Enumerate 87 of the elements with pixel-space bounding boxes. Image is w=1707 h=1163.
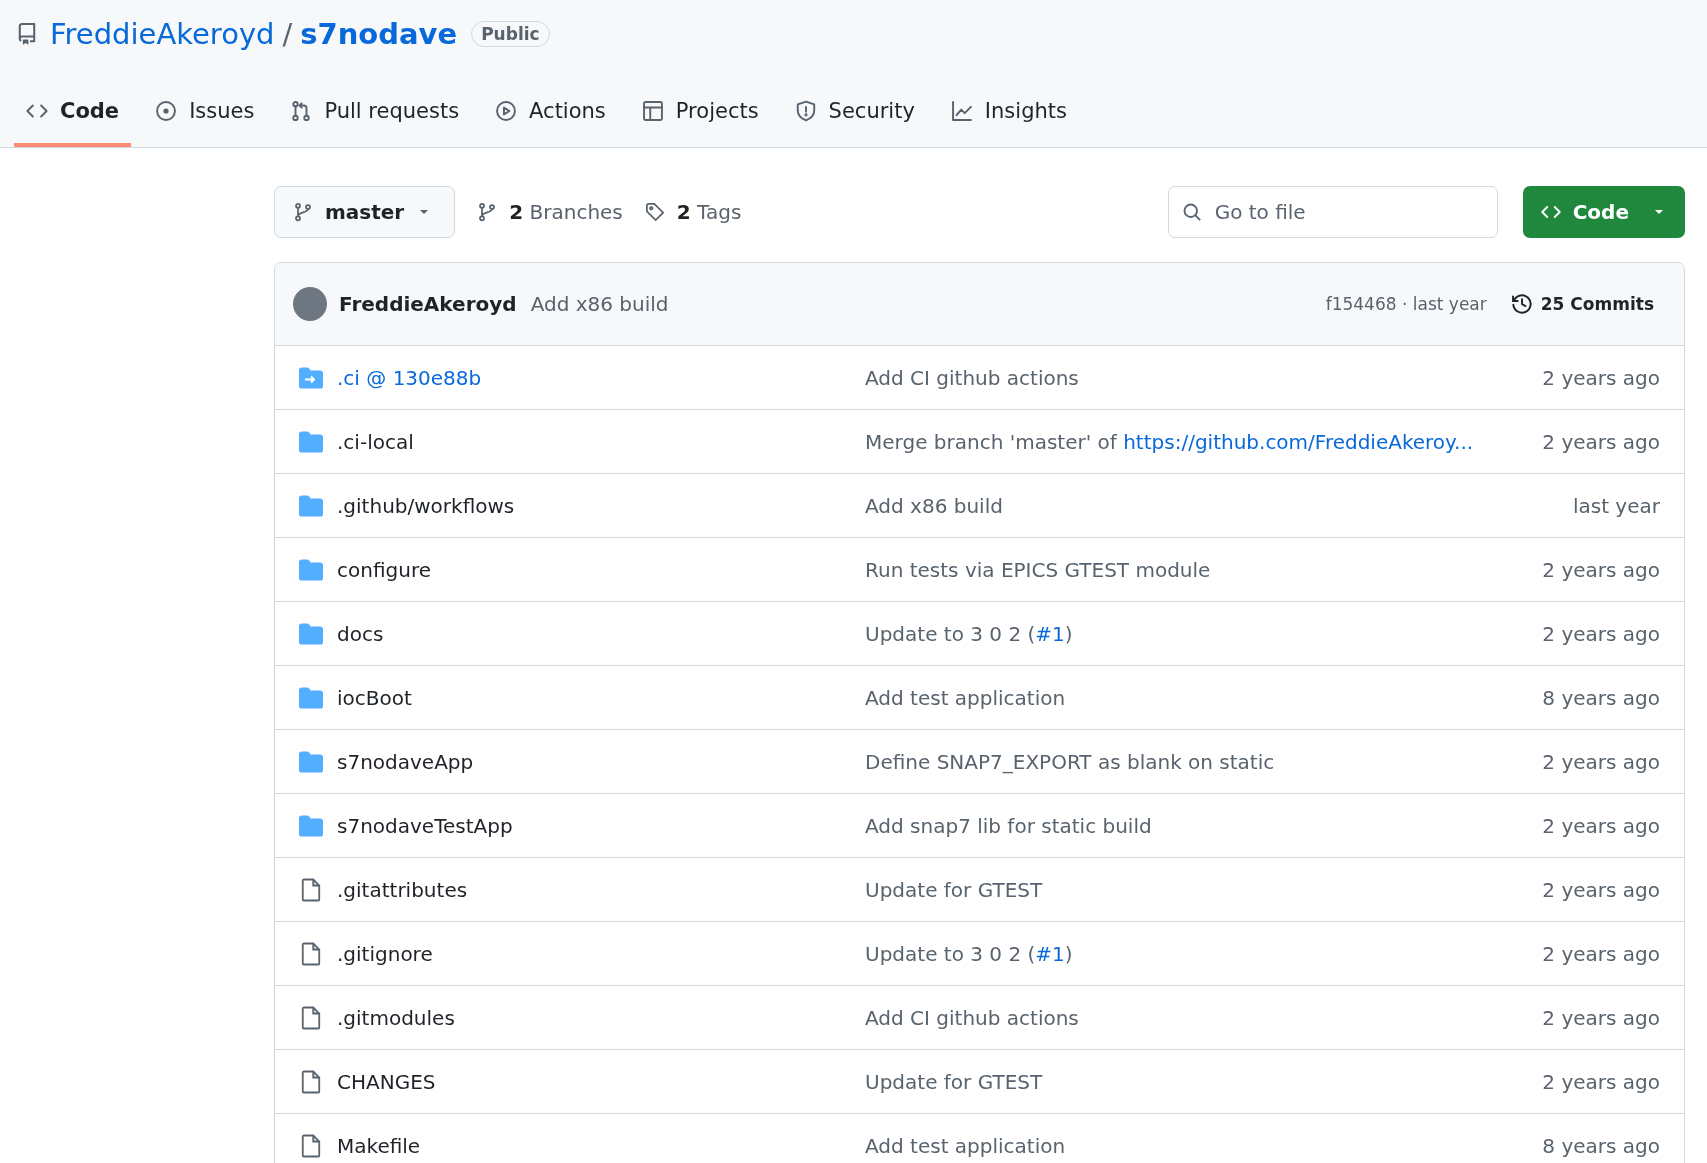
repo-tab[interactable]: Code [14,85,132,147]
tag-icon [644,202,665,222]
commits-link[interactable]: 25 Commits [1510,293,1654,315]
file-name-link[interactable]: s7nodaveTestApp [337,813,513,838]
file-name-link[interactable]: .github/workflows [337,493,515,518]
circle-dot-icon [155,100,178,122]
file-icon [299,941,323,966]
search-icon [1181,202,1202,222]
commit-age: 2 years ago [1542,1005,1660,1030]
commit-message: Update to 3 0 2 (#1) [865,621,1074,646]
commit-age: last year [1572,493,1660,518]
file-name-link[interactable]: .gitmodules [337,1005,455,1030]
folder-icon [299,493,323,518]
commit-age: 8 years ago [1542,685,1660,710]
repo-tab[interactable]: Pull requests [278,85,472,147]
repo-icon [16,23,38,45]
folder-icon [299,429,323,454]
folder-icon [299,557,323,582]
repo-tab[interactable]: Actions [483,85,618,147]
commit-message: Merge branch 'master' of https://github.com/FreddieAkeroy... [865,429,1475,454]
commit-message: Update for GTEST [865,1069,1044,1094]
avatar-circle [293,287,327,321]
path-separator: / [282,17,293,51]
commit-message: Update for GTEST [865,877,1044,902]
file-icon [299,877,323,902]
branch-select-button[interactable]: master [274,186,456,238]
owner-link[interactable]: FreddieAkeroyd [50,17,275,51]
commit-age: 2 years ago [1542,1069,1660,1094]
commit-age: 8 years ago [1542,1133,1660,1158]
repo-tab[interactable]: Issues [143,85,267,147]
repo-tab[interactable]: Security [782,85,927,147]
commit-message-link[interactable]: Add x86 build [530,292,669,316]
tags-link[interactable]: 2 Tags [644,200,742,224]
commit-link[interactable]: #1 [1035,941,1065,966]
shield-icon [794,100,817,122]
folder-icon [299,813,323,838]
folder-icon [299,685,323,710]
commit-message: Add CI github actions [865,365,1080,390]
file-name-link[interactable]: s7nodaveApp [337,749,474,774]
table-icon [641,100,664,122]
file-icon [299,1133,323,1158]
submodule-folder-icon [299,365,323,390]
file-icon [299,1069,323,1094]
file-name-link[interactable]: CHANGES [337,1069,436,1094]
branch-icon [477,202,498,222]
commit-message: Define SNAP7_EXPORT as blank on static [865,749,1276,774]
commit-message: Add snap7 lib for static build [865,813,1153,838]
commit-message: Add test application [865,1133,1067,1158]
file-name-link[interactable]: .ci-local [337,429,414,454]
pull-request-icon [290,100,313,122]
commit-message: Run tests via EPICS GTEST module [865,557,1212,582]
commit-message: Update to 3 0 2 (#1) [865,941,1074,966]
folder-icon [299,621,323,646]
file-name-link[interactable]: iocBoot [337,685,412,710]
branches-link[interactable]: 2 Branches [477,200,623,224]
file-name-link[interactable]: Makefile [337,1133,421,1158]
commit-age: 2 years ago [1542,557,1660,582]
line-graph-icon [950,100,973,122]
commit-message: Add x86 build [865,493,1004,518]
file-name-link[interactable]: configure [337,557,431,582]
commit-hash-time[interactable]: f154468 · last year [1325,294,1487,314]
commit-age: 2 years ago [1542,941,1660,966]
commit-age: 2 years ago [1542,429,1660,454]
repo-tab[interactable]: Insights [938,85,1079,147]
commit-link[interactable]: https://github.com/FreddieAkeroy... [1123,429,1474,454]
commit-author-link[interactable]: FreddieAkeroyd [339,292,517,316]
commit-age: 2 years ago [1542,877,1660,902]
branch-icon [293,202,313,222]
file-name-link[interactable]: .gitignore [337,941,433,966]
commit-message: Add test application [865,685,1067,710]
file-icon [299,1005,323,1030]
commit-age: 2 years ago [1542,749,1660,774]
play-circle-icon [495,100,518,122]
repo-name-link[interactable]: s7nodave [300,17,458,51]
folder-icon [299,749,323,774]
go-to-file-field[interactable]: Go to file [1167,186,1498,238]
commit-age: 2 years ago [1542,621,1660,646]
file-name-link[interactable]: docs [337,621,384,646]
commit-age: 2 years ago [1542,365,1660,390]
commit-message: Add CI github actions [865,1005,1080,1030]
history-icon [1510,293,1533,315]
file-name-link[interactable]: .ci @ 130e88b [337,365,482,390]
commit-age: 2 years ago [1542,813,1660,838]
commit-link[interactable]: #1 [1035,621,1065,646]
repo-tab[interactable]: Projects [629,85,771,147]
file-name-link[interactable]: .gitattributes [337,877,468,902]
code-button[interactable]: Code [1522,186,1685,238]
